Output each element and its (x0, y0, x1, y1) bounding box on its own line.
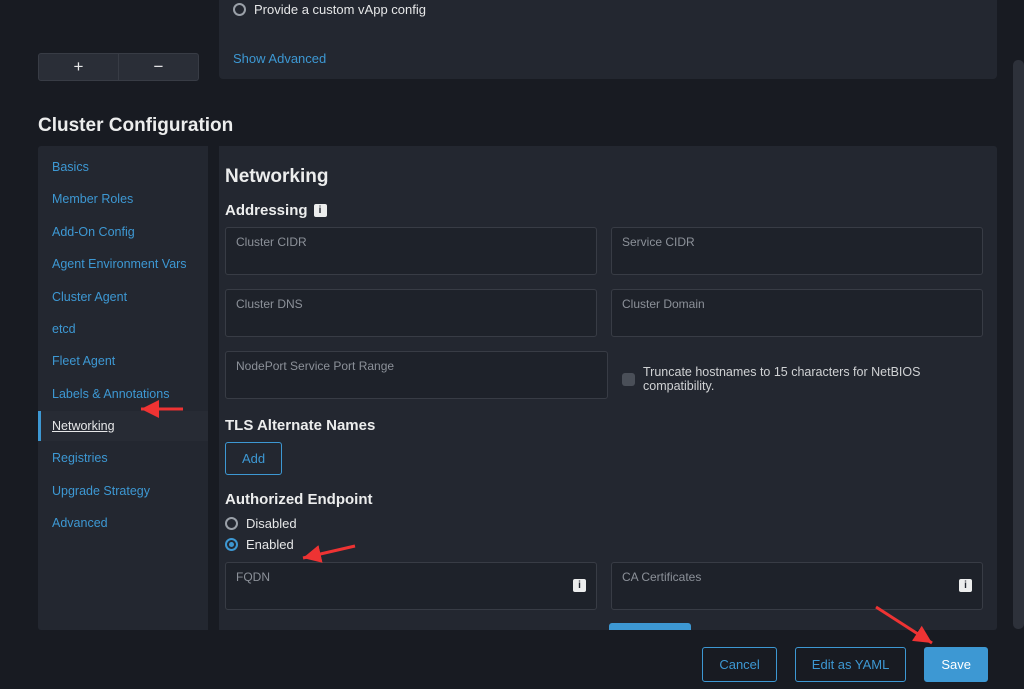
auth-enabled-label: Enabled (246, 537, 294, 552)
panel-title: Networking (225, 166, 983, 188)
networking-panel: Networking Addressing i Cluster CIDR Ser… (219, 146, 997, 630)
info-icon[interactable]: i (314, 204, 327, 217)
cluster-domain-label: Cluster Domain (622, 297, 972, 311)
vapp-config-card: Provide a custom vApp config Show Advanc… (219, 0, 997, 79)
authorized-endpoint-radios: Disabled Enabled (225, 516, 983, 552)
cluster-domain-field[interactable]: Cluster Domain (611, 289, 983, 337)
radio-icon (225, 517, 238, 530)
ca-certificates-field[interactable]: CA Certificates i (611, 562, 983, 610)
sidebar-item-networking[interactable]: Networking (38, 411, 208, 441)
sidebar-item-etcd[interactable]: etcd (38, 314, 208, 344)
fqdn-label: FQDN (236, 570, 586, 584)
addressing-text: Addressing (225, 202, 308, 219)
service-cidr-label: Service CIDR (622, 235, 972, 249)
sidebar-item-basics[interactable]: Basics (38, 152, 208, 182)
cancel-button[interactable]: Cancel (702, 647, 776, 682)
plus-icon: + (74, 57, 84, 77)
addressing-title: Addressing i (225, 202, 983, 219)
increment-button[interactable]: + (39, 54, 118, 80)
minus-icon: − (154, 57, 164, 77)
sidebar-item-fleet-agent[interactable]: Fleet Agent (38, 346, 208, 376)
info-icon[interactable]: i (573, 579, 586, 592)
truncate-hostnames-checkbox[interactable]: Truncate hostnames to 15 characters for … (622, 351, 983, 399)
sidebar-item-addon-config[interactable]: Add-On Config (38, 217, 208, 247)
truncate-hostnames-label: Truncate hostnames to 15 characters for … (643, 365, 983, 393)
sidebar-item-cluster-agent[interactable]: Cluster Agent (38, 282, 208, 312)
edit-as-yaml-button[interactable]: Edit as YAML (795, 647, 907, 682)
sidebar-item-agent-env-vars[interactable]: Agent Environment Vars (38, 249, 208, 279)
add-tls-name-button[interactable]: Add (225, 442, 282, 475)
ca-certificates-label: CA Certificates (622, 570, 972, 584)
show-advanced-link[interactable]: Show Advanced (233, 51, 326, 66)
custom-vapp-radio-row[interactable]: Provide a custom vApp config (233, 2, 983, 17)
auth-disabled-label: Disabled (246, 516, 297, 531)
sidebar-item-advanced[interactable]: Advanced (38, 508, 208, 538)
sidebar-item-member-roles[interactable]: Member Roles (38, 184, 208, 214)
fqdn-field[interactable]: FQDN i (225, 562, 597, 610)
tls-alt-names-title: TLS Alternate Names (225, 417, 983, 434)
pool-count-stepper: + − (38, 53, 199, 81)
cluster-dns-label: Cluster DNS (236, 297, 586, 311)
authorized-endpoint-title: Authorized Endpoint (225, 491, 983, 508)
decrement-button[interactable]: − (118, 54, 198, 80)
sidebar-item-labels-annotations[interactable]: Labels & Annotations (38, 379, 208, 409)
radio-filled-icon (225, 538, 238, 551)
section-title: Cluster Configuration (38, 115, 233, 137)
nodeport-range-field[interactable]: NodePort Service Port Range (225, 351, 608, 399)
config-sidebar: Basics Member Roles Add-On Config Agent … (38, 146, 208, 630)
save-button[interactable]: Save (924, 647, 988, 682)
auth-enabled-radio[interactable]: Enabled (225, 537, 983, 552)
checkbox-icon (622, 373, 635, 386)
footer-actions: Cancel Edit as YAML Save (0, 640, 1012, 689)
auth-disabled-radio[interactable]: Disabled (225, 516, 983, 531)
custom-vapp-label: Provide a custom vApp config (254, 2, 426, 17)
cluster-dns-field[interactable]: Cluster DNS (225, 289, 597, 337)
cluster-cidr-field[interactable]: Cluster CIDR (225, 227, 597, 275)
cluster-cidr-label: Cluster CIDR (236, 235, 586, 249)
service-cidr-field[interactable]: Service CIDR (611, 227, 983, 275)
scrollbar[interactable] (1013, 60, 1024, 629)
sidebar-item-registries[interactable]: Registries (38, 443, 208, 473)
sidebar-item-upgrade-strategy[interactable]: Upgrade Strategy (38, 476, 208, 506)
partial-button-stub (609, 623, 691, 630)
info-icon[interactable]: i (959, 579, 972, 592)
nodeport-range-label: NodePort Service Port Range (236, 359, 597, 373)
radio-icon (233, 3, 246, 16)
